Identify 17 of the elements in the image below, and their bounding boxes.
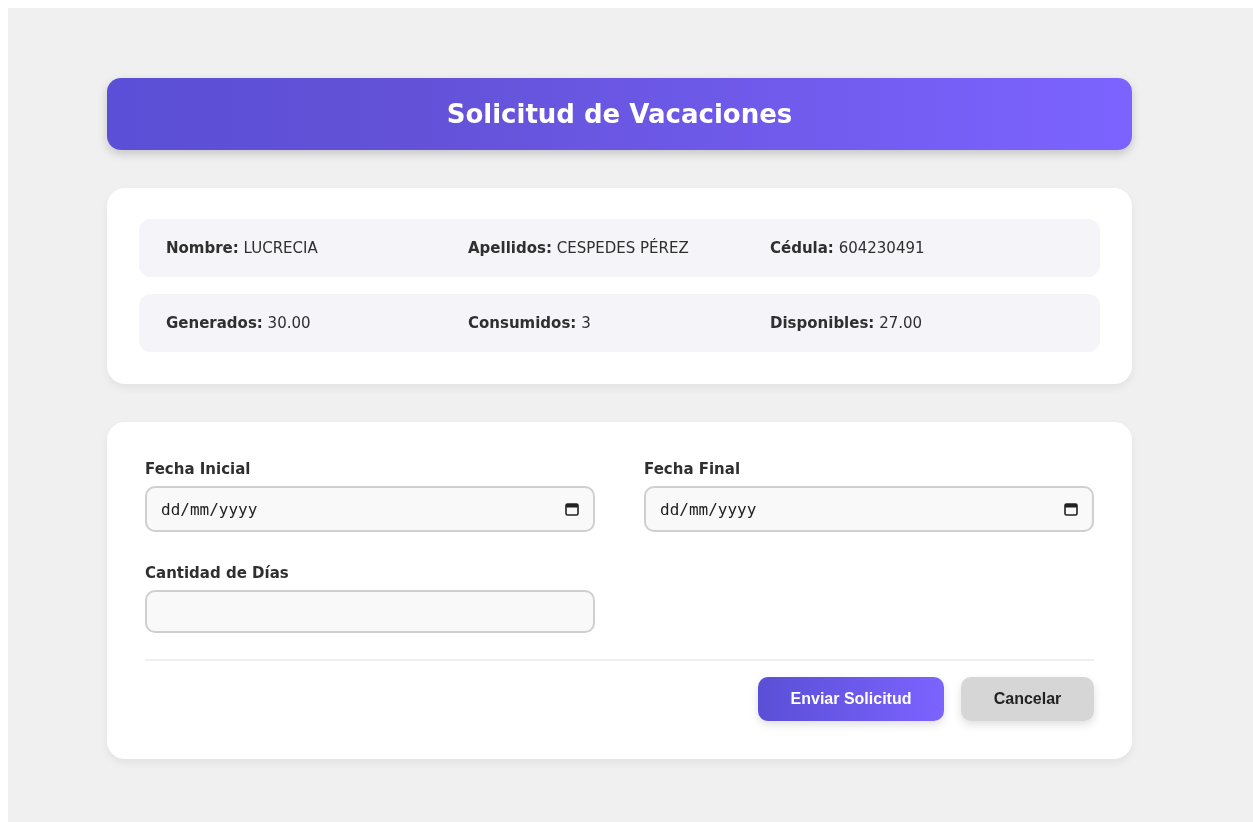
- info-item: Generados: 30.00: [166, 314, 312, 332]
- date-field[interactable]: dd/mm/yyyy: [145, 486, 595, 532]
- submit-button[interactable]: Enviar Solicitud: [758, 677, 944, 721]
- calendar-icon[interactable]: [565, 502, 579, 516]
- info-item: Cédula: 604230491: [770, 239, 926, 257]
- date-field[interactable]: dd/mm/yyyy: [644, 486, 1094, 532]
- number-field[interactable]: [145, 590, 595, 633]
- info-item: Apellidos: CESPEDES PÉREZ: [468, 239, 690, 257]
- cancel-button[interactable]: Cancelar: [961, 677, 1094, 721]
- field-label: Fecha Final: [644, 460, 742, 478]
- info-item: Nombre: LUCRECIA: [166, 239, 319, 257]
- page-title: Solicitud de Vacaciones: [446, 99, 793, 129]
- calendar-icon[interactable]: [1064, 502, 1078, 516]
- field-label: Cantidad de Días: [145, 564, 290, 582]
- info-item: Consumidos: 3: [468, 314, 592, 332]
- info-item: Disponibles: 27.00: [770, 314, 924, 332]
- field-label: Fecha Inicial: [145, 460, 252, 478]
